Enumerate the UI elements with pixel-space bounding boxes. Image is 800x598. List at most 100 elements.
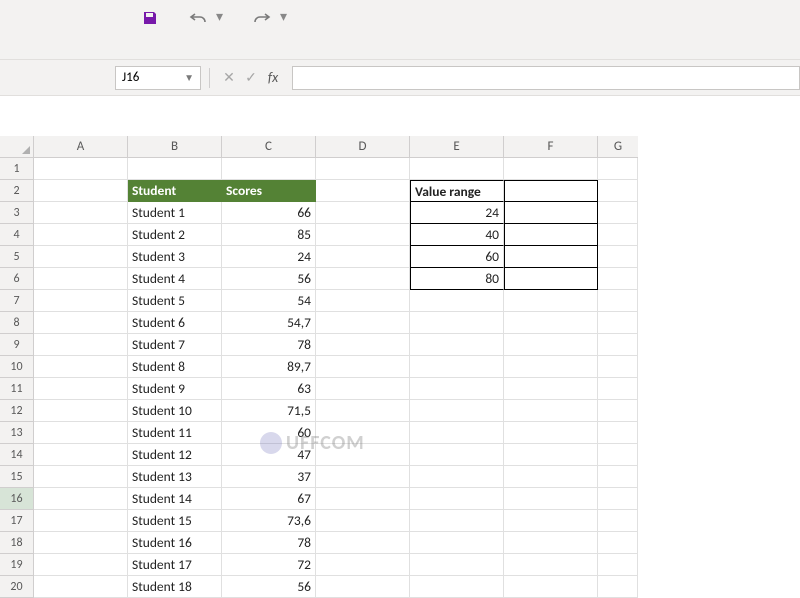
- cell[interactable]: Student 10: [128, 400, 222, 422]
- cell[interactable]: [316, 378, 410, 400]
- cell[interactable]: Value range: [410, 180, 504, 202]
- row-header[interactable]: 9: [0, 334, 34, 356]
- cell[interactable]: Student 18: [128, 576, 222, 598]
- cell[interactable]: Student 2: [128, 224, 222, 246]
- cell[interactable]: Student 13: [128, 466, 222, 488]
- cell[interactable]: [316, 312, 410, 334]
- name-box[interactable]: J16 ▼: [115, 66, 201, 90]
- cell[interactable]: [34, 246, 128, 268]
- cell[interactable]: [410, 290, 504, 312]
- cell[interactable]: 67: [222, 488, 316, 510]
- cell[interactable]: Student 9: [128, 378, 222, 400]
- cell[interactable]: [598, 290, 638, 312]
- cell[interactable]: [598, 532, 638, 554]
- cell[interactable]: Student 7: [128, 334, 222, 356]
- cell[interactable]: Student 11: [128, 422, 222, 444]
- cell[interactable]: Student 1: [128, 202, 222, 224]
- cell[interactable]: [34, 180, 128, 202]
- row-header[interactable]: 12: [0, 400, 34, 422]
- cell[interactable]: 71,5: [222, 400, 316, 422]
- cell[interactable]: [316, 158, 410, 180]
- cell[interactable]: [598, 312, 638, 334]
- cell[interactable]: [410, 444, 504, 466]
- cell[interactable]: [34, 510, 128, 532]
- cell[interactable]: [504, 378, 598, 400]
- cell[interactable]: [316, 488, 410, 510]
- cell[interactable]: [598, 180, 638, 202]
- cell[interactable]: [598, 356, 638, 378]
- cell[interactable]: [34, 290, 128, 312]
- cell[interactable]: [410, 576, 504, 598]
- cell[interactable]: [598, 158, 638, 180]
- cell[interactable]: [34, 422, 128, 444]
- cell[interactable]: Student 8: [128, 356, 222, 378]
- col-header[interactable]: B: [128, 136, 222, 158]
- cell[interactable]: [504, 246, 598, 268]
- row-header[interactable]: 20: [0, 576, 34, 598]
- col-header[interactable]: G: [598, 136, 638, 158]
- cell[interactable]: [504, 158, 598, 180]
- enter-formula-icon[interactable]: ✓: [240, 67, 262, 89]
- cell[interactable]: 78: [222, 334, 316, 356]
- cell[interactable]: [598, 202, 638, 224]
- cell[interactable]: [504, 290, 598, 312]
- cell[interactable]: Student 12: [128, 444, 222, 466]
- cell[interactable]: [504, 400, 598, 422]
- cell[interactable]: [316, 422, 410, 444]
- cell[interactable]: [34, 576, 128, 598]
- cell[interactable]: [316, 202, 410, 224]
- cell[interactable]: 37: [222, 466, 316, 488]
- row-header[interactable]: 4: [0, 224, 34, 246]
- cell[interactable]: [316, 576, 410, 598]
- cell[interactable]: [316, 334, 410, 356]
- cell[interactable]: 66: [222, 202, 316, 224]
- undo-icon[interactable]: [188, 8, 208, 28]
- cell[interactable]: [316, 554, 410, 576]
- col-header[interactable]: D: [316, 136, 410, 158]
- cell[interactable]: [504, 356, 598, 378]
- cell[interactable]: [504, 268, 598, 290]
- row-header[interactable]: 16: [0, 488, 34, 510]
- cell[interactable]: 60: [222, 422, 316, 444]
- cell[interactable]: [34, 378, 128, 400]
- cell[interactable]: [504, 224, 598, 246]
- cell[interactable]: [34, 400, 128, 422]
- cell[interactable]: 85: [222, 224, 316, 246]
- cell[interactable]: [598, 576, 638, 598]
- row-header[interactable]: 11: [0, 378, 34, 400]
- save-icon[interactable]: [140, 8, 160, 28]
- row-header[interactable]: 13: [0, 422, 34, 444]
- cell[interactable]: [410, 466, 504, 488]
- cell[interactable]: [316, 290, 410, 312]
- col-header[interactable]: E: [410, 136, 504, 158]
- cell[interactable]: [504, 312, 598, 334]
- cell[interactable]: [598, 510, 638, 532]
- cell[interactable]: [34, 466, 128, 488]
- cell[interactable]: [316, 400, 410, 422]
- cell[interactable]: Scores: [222, 180, 316, 202]
- row-header[interactable]: 19: [0, 554, 34, 576]
- cell[interactable]: [598, 246, 638, 268]
- insert-function-icon[interactable]: fx: [262, 67, 284, 89]
- cell[interactable]: [34, 312, 128, 334]
- cell[interactable]: [410, 510, 504, 532]
- row-header[interactable]: 6: [0, 268, 34, 290]
- cell[interactable]: Student 15: [128, 510, 222, 532]
- cell[interactable]: [34, 334, 128, 356]
- cell[interactable]: [316, 466, 410, 488]
- cell[interactable]: [598, 554, 638, 576]
- cell[interactable]: [504, 180, 598, 202]
- cell[interactable]: [504, 488, 598, 510]
- cell[interactable]: [598, 466, 638, 488]
- cell[interactable]: [34, 554, 128, 576]
- chevron-down-icon[interactable]: ▼: [184, 71, 194, 84]
- redo-icon[interactable]: [252, 8, 272, 28]
- cell[interactable]: [598, 268, 638, 290]
- cell[interactable]: [410, 532, 504, 554]
- cell[interactable]: [316, 268, 410, 290]
- cell[interactable]: [598, 400, 638, 422]
- row-header[interactable]: 15: [0, 466, 34, 488]
- cell[interactable]: [598, 488, 638, 510]
- row-header[interactable]: 18: [0, 532, 34, 554]
- cell[interactable]: [316, 532, 410, 554]
